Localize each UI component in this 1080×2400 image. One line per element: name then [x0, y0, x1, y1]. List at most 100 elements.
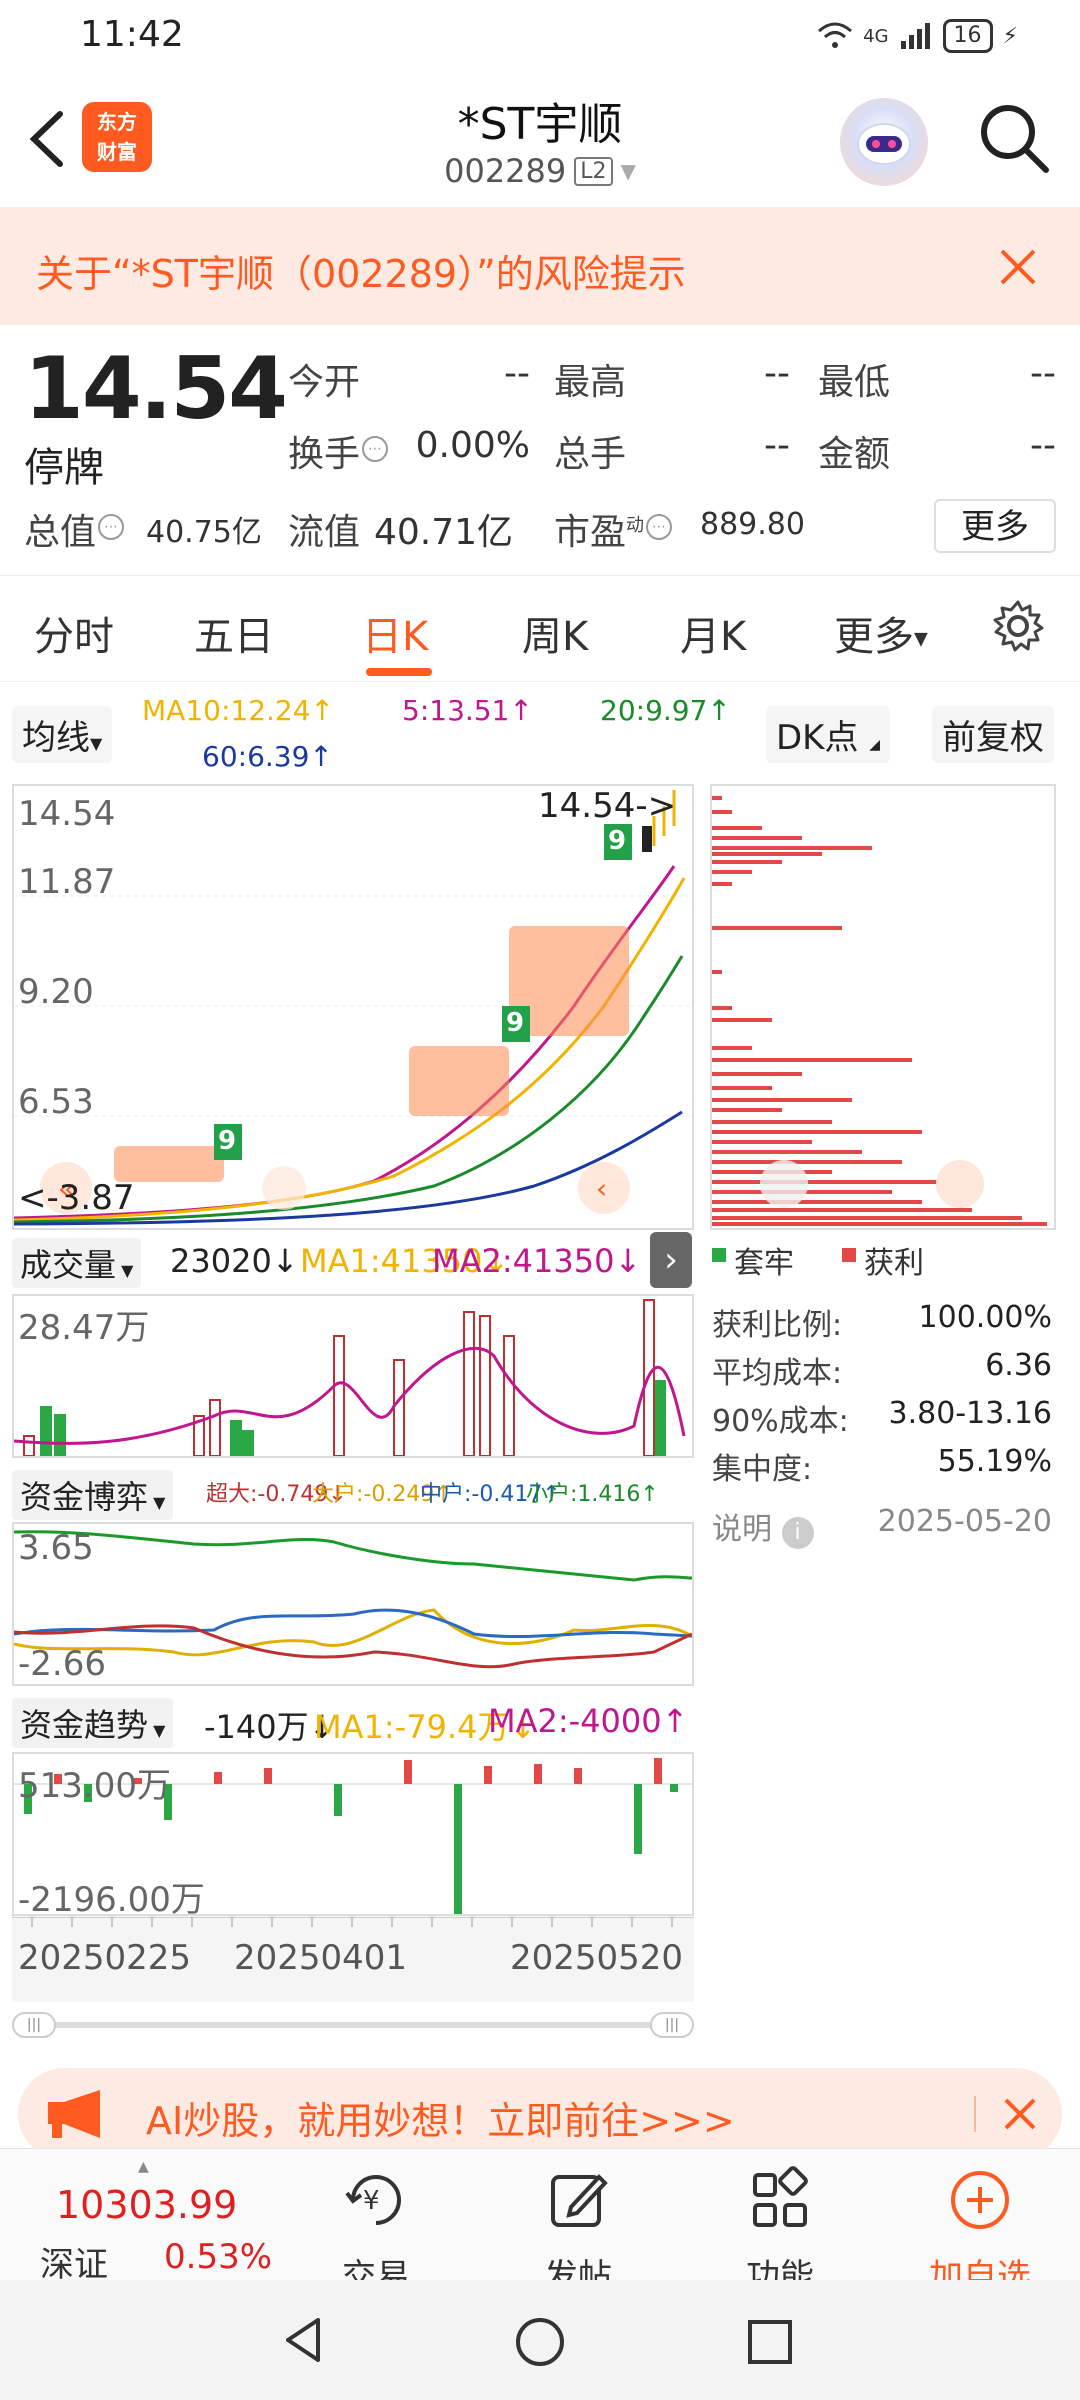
- caret-corner-icon: ◢: [869, 737, 881, 753]
- note-label: 说明: [712, 1512, 772, 1547]
- fund-trend-y-bottom: -2196.00万: [18, 1880, 205, 1916]
- market-cap-label: 总值 ⋯: [24, 503, 125, 555]
- info-dots-icon[interactable]: ⋯: [646, 514, 673, 540]
- pe-value: 889.80: [700, 507, 805, 542]
- y-axis-label-1: 14.54: [18, 794, 116, 834]
- grid-icon: [753, 2166, 808, 2227]
- volume-label: 总手: [554, 434, 627, 475]
- pe-label: 市盈动 ⋯: [554, 503, 673, 555]
- fund-game-lines: [14, 1530, 692, 1669]
- open-value: --: [504, 353, 530, 394]
- caret-up-icon: ▲: [138, 2159, 149, 2175]
- fund-trend-chart[interactable]: 513.00万 -2196.00万: [12, 1752, 694, 1916]
- volume-value: --: [764, 425, 790, 466]
- close-icon[interactable]: [996, 245, 1040, 289]
- risk-warning-banner[interactable]: 关于“*ST宇顺（002289）”的风险提示: [0, 207, 1080, 325]
- td9-label-1: 9: [218, 1126, 237, 1156]
- nav-trade[interactable]: ¥ 交易: [306, 2165, 446, 2297]
- bottom-navigation: ▲ 10303.99 深证 0.53% ¥ 交易 发帖 功能 加自选: [0, 2148, 1080, 2297]
- amount-value: --: [1030, 425, 1056, 466]
- info-dots-icon[interactable]: ⋯: [362, 436, 389, 462]
- trade-icon: ¥: [345, 2175, 401, 2225]
- tab-more[interactable]: 更多▼: [834, 604, 928, 662]
- system-recents-icon[interactable]: [744, 2316, 796, 2368]
- expand-icon[interactable]: [936, 1160, 984, 1208]
- last-price: 14.54: [24, 339, 288, 439]
- fund-trend-indicator-select[interactable]: 资金趋势 ▼: [12, 1698, 174, 1748]
- index-value: 10303.99: [56, 2183, 238, 2227]
- stat-value-concentration: 55.19%: [937, 1444, 1052, 1479]
- indicator-select[interactable]: 均线▼: [12, 706, 113, 763]
- search-icon[interactable]: [976, 100, 1052, 176]
- turnover-value: 0.00%: [415, 425, 530, 466]
- stock-code: 002289: [444, 152, 567, 190]
- fund-game-chart[interactable]: 3.65 -2.66: [12, 1522, 694, 1686]
- caret-down-icon: ▼: [148, 1721, 166, 1740]
- tab-daily-k[interactable]: 日K: [362, 604, 428, 662]
- caret-down-icon: ▼: [90, 734, 103, 753]
- nav-functions[interactable]: 功能: [710, 2165, 850, 2297]
- chip-distribution-chart[interactable]: [710, 784, 1056, 1230]
- range-handle-left[interactable]: |||: [12, 2012, 56, 2038]
- caret-down-icon: ▼: [620, 159, 636, 183]
- legend-trapped-swatch: [712, 1248, 726, 1262]
- adjust-select[interactable]: 前复权: [932, 706, 1054, 763]
- system-home-icon[interactable]: [512, 2314, 568, 2370]
- caret-down-icon: ▼: [914, 628, 928, 650]
- svg-text:¥: ¥: [363, 2186, 380, 2216]
- tab-weekly-k[interactable]: 周K: [522, 604, 588, 662]
- title-bar: 东方 财富 *ST宇顺 002289 L2 ▼: [0, 72, 1080, 208]
- gear-icon[interactable]: [990, 598, 1046, 654]
- tab-intraday[interactable]: 分时: [34, 604, 114, 662]
- volume-ma-line: [14, 1346, 686, 1445]
- legend-trapped: 套牢: [734, 1246, 794, 1281]
- more-quote-button[interactable]: 更多: [934, 499, 1056, 553]
- low-label: 最低: [818, 362, 891, 403]
- fund-game-indicator-select[interactable]: 资金博弈 ▼: [12, 1470, 174, 1520]
- stat-value-profit-ratio: 100.00%: [918, 1300, 1052, 1335]
- stock-code-selector[interactable]: 002289 L2 ▼: [340, 152, 740, 190]
- pe-superscript: 动: [626, 515, 645, 536]
- edit-icon: [551, 2174, 608, 2227]
- range-slider[interactable]: ||| |||: [12, 2012, 694, 2038]
- index-change: 0.53%: [164, 2237, 273, 2277]
- dk-point-select[interactable]: DK点 ◢: [766, 706, 891, 763]
- expand-side-panel-button[interactable]: ›: [650, 1232, 692, 1288]
- volume-indicator-select[interactable]: 成交量 ▼: [12, 1238, 142, 1288]
- index-ticker[interactable]: ▲ 10303.99 深证 0.53%: [28, 2159, 288, 2285]
- amount-label: 金额: [818, 434, 891, 475]
- back-arrow-icon[interactable]: [22, 104, 72, 174]
- stat-label-90-cost: 90%成本:: [712, 1404, 849, 1439]
- wifi-icon: [818, 22, 853, 48]
- period-tabs: 分时 五日 日K 周K 月K 更多▼: [0, 575, 1080, 682]
- stat-label-avg-cost: 平均成本:: [712, 1356, 843, 1391]
- nav-post[interactable]: 发帖: [508, 2165, 648, 2297]
- td-sequence-markers: [114, 926, 629, 1182]
- stat-value-avg-cost: 6.36: [985, 1348, 1052, 1383]
- ai-assistant-avatar[interactable]: [840, 98, 928, 186]
- system-back-icon[interactable]: [278, 2314, 330, 2366]
- tab-five-day[interactable]: 五日: [194, 604, 274, 662]
- market-cap-label-text: 总值: [24, 512, 97, 553]
- ai-promo-banner[interactable]: AI炒股，就用妙想！立即前往>>>: [18, 2068, 1062, 2160]
- float-cap-value: 40.71亿: [374, 512, 514, 553]
- high-label: 最高: [554, 362, 627, 403]
- close-icon[interactable]: [1000, 2094, 1040, 2134]
- pe-label-text: 市盈: [554, 512, 627, 553]
- tab-monthly-k[interactable]: 月K: [680, 604, 746, 662]
- info-dots-icon[interactable]: ⋯: [98, 514, 125, 540]
- status-time: 11:42: [80, 14, 184, 55]
- y-axis-label-2: 11.87: [18, 862, 116, 902]
- high-value: --: [764, 353, 790, 394]
- indicator-select-label: 均线: [22, 718, 90, 758]
- system-navigation-bar: [0, 2280, 1080, 2400]
- volume-chart[interactable]: 28.47万: [12, 1294, 694, 1458]
- tab-more-label: 更多: [834, 614, 914, 660]
- volume-value: 23020↓: [170, 1242, 299, 1280]
- note-button[interactable]: 说明 i: [712, 1504, 814, 1549]
- range-handle-right[interactable]: |||: [650, 2012, 694, 2038]
- brand-logo[interactable]: 东方 财富: [82, 102, 152, 172]
- nav-add-watchlist[interactable]: 加自选: [910, 2165, 1050, 2297]
- kline-chart[interactable]: « ‹ 14.54 11.87 9.20 6.53 14.54-> <-3.87…: [12, 784, 694, 1230]
- info-icon: i: [781, 1517, 814, 1549]
